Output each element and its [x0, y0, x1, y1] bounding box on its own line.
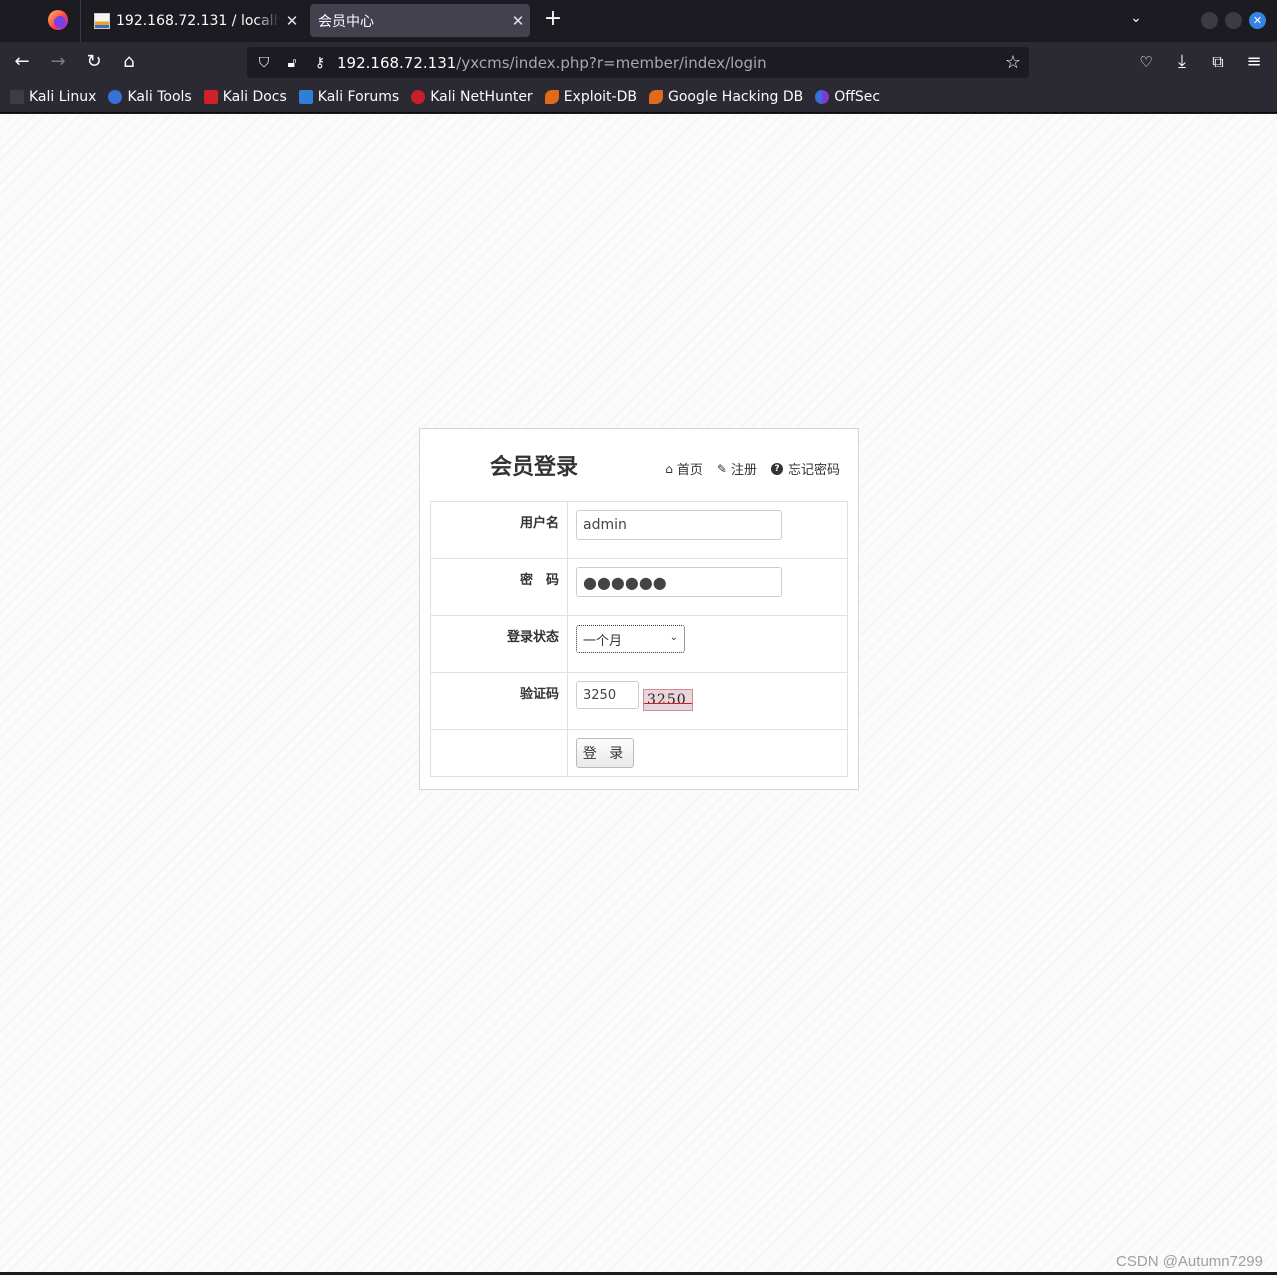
window-maximize-button[interactable]: [1225, 12, 1242, 29]
forgot-password-link[interactable]: ? 忘记密码: [770, 459, 840, 478]
login-button[interactable]: 登 录: [576, 738, 634, 768]
home-icon[interactable]: ⌂: [116, 50, 142, 74]
navigation-toolbar: ← → ↻ ⌂ ⛉ 🔓︎ ⚷ 192.168.72.131/yxcms/inde…: [0, 42, 1277, 82]
bookmark-kali-docs[interactable]: Kali Docs: [203, 89, 287, 105]
bookmark-label: OffSec: [834, 89, 881, 105]
url-host: 192.168.72.131: [337, 53, 457, 72]
bookmark-kali-nethunter[interactable]: Kali NetHunter: [411, 89, 533, 105]
forgot-link-label: 忘记密码: [787, 463, 840, 478]
register-link-label: 注册: [730, 463, 757, 478]
bookmark-label: Google Hacking DB: [667, 89, 804, 105]
window-minimize-button[interactable]: [1201, 12, 1218, 29]
kali-docs-icon: [203, 90, 218, 104]
bookmark-label: Kali Forums: [317, 89, 400, 105]
register-link[interactable]: ✎ 注册: [716, 459, 757, 479]
tab-close-icon[interactable]: ✕: [280, 12, 304, 30]
ghdb-icon: [648, 90, 663, 104]
top-links: ⌂ 首页 ✎ 注册 ? 忘记密码: [651, 459, 840, 479]
bookmark-kali-tools[interactable]: Kali Tools: [108, 89, 192, 105]
bookmark-label: Exploit-DB: [563, 89, 637, 105]
extensions-icon[interactable]: ⧉: [1205, 50, 1231, 74]
captcha-image[interactable]: 3250: [643, 689, 693, 711]
pocket-icon[interactable]: ♡: [1133, 50, 1159, 74]
edit-icon: ✎: [716, 461, 727, 476]
login-state-value: 一个月: [583, 633, 623, 649]
kali-forums-icon: [298, 90, 313, 104]
password-input[interactable]: ●●●●●●: [576, 567, 782, 597]
bookmark-offsec[interactable]: OffSec: [815, 89, 880, 105]
bookmark-label: Kali Linux: [29, 89, 97, 105]
window-close-button[interactable]: ✕: [1249, 12, 1266, 29]
login-title: 会员登录: [490, 455, 579, 480]
kali-dragon-icon: [10, 90, 24, 104]
list-tabs-chevron-icon[interactable]: ⌄: [1126, 10, 1146, 30]
empty-cell: [430, 729, 568, 777]
submit-row: 登 录: [430, 729, 848, 777]
captcha-input[interactable]: [576, 681, 639, 709]
kali-tools-icon: [108, 90, 123, 104]
login-state-select[interactable]: 一个月 ⌄: [576, 625, 685, 653]
login-state-label: 登录状态: [430, 615, 568, 673]
back-arrow-icon[interactable]: ←: [9, 50, 35, 74]
username-row: 用户名: [430, 501, 848, 559]
reload-icon[interactable]: ↻: [81, 50, 107, 74]
username-input[interactable]: [576, 510, 782, 540]
bookmark-label: Kali Tools: [127, 89, 192, 105]
menu-hamburger-icon[interactable]: ≡: [1241, 50, 1267, 74]
phpmyadmin-favicon-icon: [94, 12, 110, 29]
username-label: 用户名: [430, 501, 568, 559]
bookmark-label: Kali Docs: [222, 89, 287, 105]
tab-title: 192.168.72.131 / localhost: [116, 12, 280, 29]
downloads-icon[interactable]: ⤓: [1169, 50, 1195, 74]
csdn-watermark: CSDN @Autumn7299: [1116, 1253, 1263, 1270]
insecure-lock-icon[interactable]: 🔓︎: [281, 55, 303, 71]
password-row: 密 码 ●●●●●●: [430, 558, 848, 616]
captcha-row: 验证码 3250: [430, 672, 848, 730]
url-path: /yxcms/index.php?r=member/index/login: [456, 53, 767, 72]
login-panel: 会员登录 ⌂首页 ✎注册 ? 忘记密码 用户名 密 码 ●●●●●● 登录状态 一…: [419, 428, 859, 790]
login-form: 用户名 密 码 ●●●●●● 登录状态 一个月 ⌄ 验证码 3250: [430, 501, 848, 777]
url-text[interactable]: 192.168.72.131/yxcms/index.php?r=member/…: [337, 54, 767, 72]
shield-icon[interactable]: ⛉: [253, 55, 275, 71]
bookmark-star-icon[interactable]: ☆: [1005, 52, 1021, 73]
tab-bar: 192.168.72.131 / localhost ✕ 会员中心 ✕ + ⌄ …: [0, 0, 1277, 42]
home-link-label: 首页: [676, 463, 703, 478]
login-state-row: 登录状态 一个月 ⌄: [430, 615, 848, 673]
chevron-down-icon: ⌄: [669, 632, 678, 643]
bookmark-kali-linux[interactable]: Kali Linux: [10, 89, 96, 105]
bookmark-label: Kali NetHunter: [430, 89, 533, 105]
tab-close-icon[interactable]: ✕: [506, 12, 530, 30]
home-link[interactable]: ⌂ 首页: [665, 459, 703, 479]
page-viewport: 会员登录 ⌂首页 ✎注册 ? 忘记密码 用户名 密 码 ●●●●●● 登录状态 一…: [0, 114, 1277, 1272]
new-tab-plus-icon[interactable]: +: [541, 8, 565, 32]
bookmark-kali-forums[interactable]: Kali Forums: [298, 89, 400, 105]
captcha-label: 验证码: [430, 672, 568, 730]
exploit-db-icon: [544, 90, 559, 104]
offsec-icon: [815, 90, 830, 104]
kali-nethunter-icon: [411, 90, 426, 104]
key-icon[interactable]: ⚷: [309, 55, 331, 71]
question-icon: ?: [770, 462, 783, 475]
tab-separator: [80, 0, 81, 42]
tab-title: 会员中心: [318, 13, 374, 30]
firefox-icon[interactable]: [48, 10, 68, 30]
bookmarks-toolbar: Kali Linux Kali Tools Kali Docs Kali For…: [0, 82, 1277, 113]
bookmark-exploit-db[interactable]: Exploit-DB: [544, 89, 637, 105]
tab-member-center[interactable]: 会员中心 ✕: [310, 4, 530, 37]
password-label: 密 码: [430, 558, 568, 616]
tab-phpmyadmin[interactable]: 192.168.72.131 / localhost ✕: [86, 4, 304, 37]
address-bar[interactable]: ⛉ 🔓︎ ⚷ 192.168.72.131/yxcms/index.php?r=…: [247, 47, 1029, 78]
bookmark-google-hacking-db[interactable]: Google Hacking DB: [648, 89, 804, 105]
home-icon: ⌂: [665, 461, 673, 476]
forward-arrow-icon[interactable]: →: [45, 50, 71, 74]
